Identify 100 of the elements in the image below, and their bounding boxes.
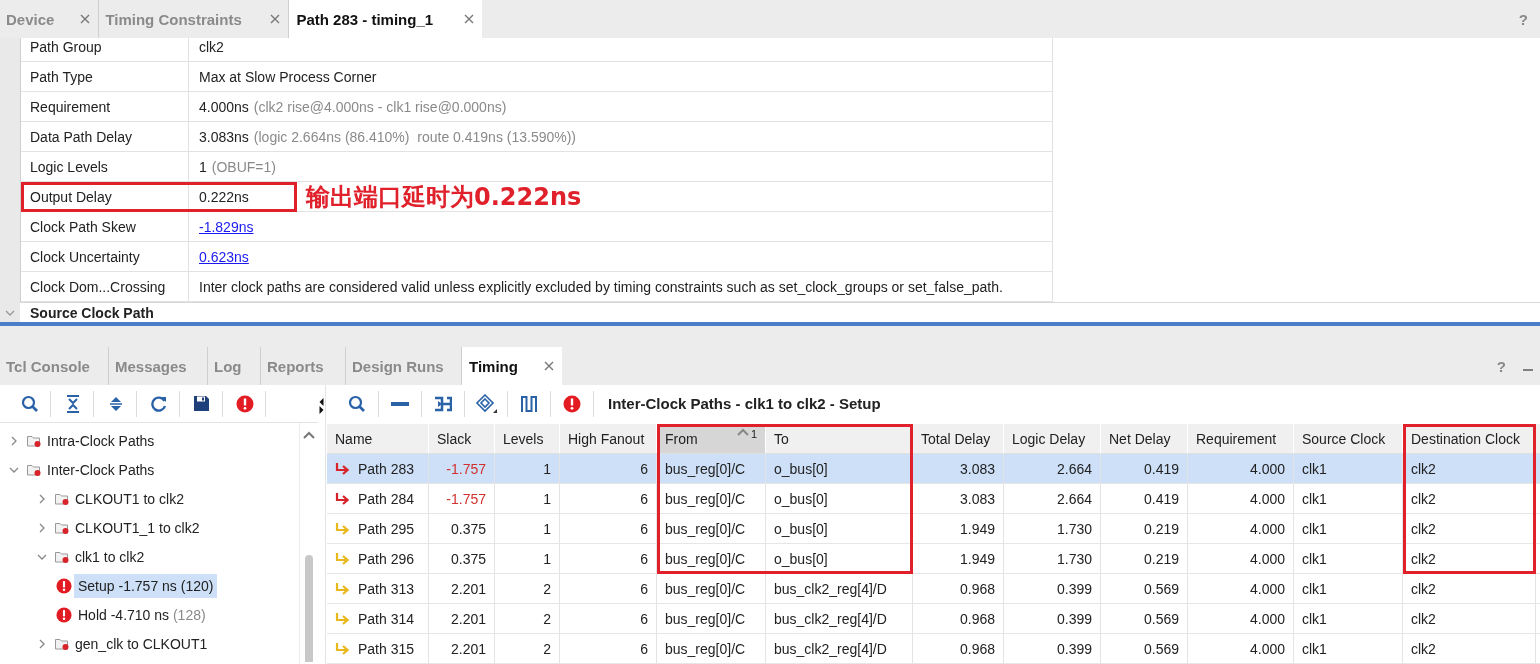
waveform-icon[interactable] — [521, 394, 537, 413]
property-note: (OBUF=1) — [211, 158, 276, 175]
tree-item[interactable]: Intra-Clock Paths — [43, 428, 159, 453]
property-label: Path Type — [30, 68, 93, 85]
property-label: Clock Dom...Crossing — [30, 278, 166, 295]
error-icon[interactable] — [563, 394, 581, 413]
table-cell: 3.083 — [913, 484, 1004, 513]
column-header[interactable]: High Fanout — [560, 424, 657, 453]
table-cell: 0.419 — [1101, 484, 1188, 513]
folder-icon — [55, 492, 69, 505]
expand-all-icon[interactable] — [108, 394, 123, 413]
table-row[interactable]: Path 296 0.375 1 6 bus_reg[0]/C o_bus[0] 1.949 1.730 0.219 4.000 clk1 clk2 — [327, 544, 1540, 574]
schematic-icon[interactable] — [434, 394, 452, 413]
property-value: 1 — [199, 158, 207, 175]
search-icon[interactable] — [348, 394, 366, 413]
column-header[interactable]: Requirement — [1188, 424, 1294, 453]
column-header[interactable]: Logic Delay — [1004, 424, 1101, 453]
table-cell: bus_reg[0]/C — [657, 634, 766, 663]
property-value: clk2 — [199, 38, 224, 55]
tree-item[interactable]: Hold -4.710 ns (128) — [74, 602, 210, 627]
splitter-arrows-icon[interactable] — [319, 397, 324, 415]
chevron-icon[interactable] — [37, 638, 47, 649]
table-cell: 6 — [560, 484, 657, 513]
table-cell: 6 — [560, 604, 657, 633]
table-cell: 0.219 — [1101, 514, 1188, 543]
table-cell: 3.083 — [913, 454, 1004, 483]
table-cell: 6 — [560, 574, 657, 603]
close-icon[interactable] — [80, 14, 91, 24]
table-cell: 0.569 — [1101, 574, 1188, 603]
table-row[interactable]: Path 283 -1.757 1 6 bus_reg[0]/C o_bus[0] 3.083 2.664 0.419 4.000 clk1 clk2 — [327, 454, 1540, 484]
column-header[interactable]: Levels — [495, 424, 560, 453]
tree-item[interactable]: Inter-Clock Paths — [43, 457, 159, 482]
property-label: Clock Path Skew — [30, 218, 136, 235]
table-cell: clk2 — [1403, 634, 1536, 663]
table-cell: o_bus[0] — [766, 544, 913, 573]
table-row[interactable]: Path 284 -1.757 1 6 bus_reg[0]/C o_bus[0] 3.083 2.664 0.419 4.000 clk1 clk2 — [327, 484, 1540, 514]
tree-item[interactable]: CLKOUT1 to clk2 — [71, 486, 188, 511]
column-header[interactable]: Name — [327, 424, 429, 453]
path-name: Path 295 — [358, 520, 415, 537]
search-icon[interactable] — [20, 394, 39, 413]
chevron-icon[interactable] — [5, 309, 15, 317]
column-header[interactable]: Net Delay — [1101, 424, 1188, 453]
table-cell: 1 — [495, 544, 560, 573]
chevron-icon[interactable] — [9, 435, 19, 446]
table-cell: 2.201 — [429, 604, 495, 633]
table-cell: 4.000 — [1188, 634, 1294, 663]
column-header[interactable]: Source Clock — [1294, 424, 1403, 453]
property-value: 0.222ns — [199, 188, 249, 205]
diamond-icon[interactable] — [475, 393, 497, 414]
table-cell: clk2 — [1403, 454, 1536, 483]
folder-icon — [27, 434, 41, 447]
table-cell: -1.757 — [429, 454, 495, 483]
table-row[interactable]: Path 315 2.201 2 6 bus_reg[0]/C bus_clk2_reg[4]/D 0.968 0.399 0.569 4.000 clk1 clk2 — [327, 634, 1540, 664]
path-name: Path 296 — [358, 550, 415, 567]
close-icon[interactable] — [464, 14, 475, 24]
table-cell: 6 — [560, 634, 657, 663]
tree-item[interactable]: CLKOUT1_1 to clk2 — [71, 515, 204, 540]
tree-item[interactable]: Setup -1.757 ns (120) — [74, 573, 218, 598]
tab[interactable]: Path 283 - timing_1 — [289, 0, 483, 38]
collapse-all-icon[interactable] — [65, 394, 80, 413]
table-cell: 4.000 — [1188, 604, 1294, 633]
error-icon[interactable] — [235, 394, 254, 413]
table-cell: clk2 — [1403, 514, 1536, 543]
table-cell: bus_reg[0]/C — [657, 574, 766, 603]
folder-icon — [55, 637, 69, 650]
table-cell: bus_clk2_reg[4]/D — [766, 634, 913, 663]
table-row[interactable]: Path 313 2.201 2 6 bus_reg[0]/C bus_clk2_reg[4]/D 0.968 0.399 0.569 4.000 clk1 clk2 — [327, 574, 1540, 604]
column-header[interactable]: Destination Clock — [1403, 424, 1536, 453]
tab[interactable]: Timing — [462, 347, 562, 385]
table-cell: clk2 — [1403, 574, 1536, 603]
path-name: Path 315 — [358, 640, 415, 657]
property-link[interactable]: 0.623ns — [199, 248, 249, 265]
column-header[interactable]: To — [766, 424, 913, 453]
property-label: Data Path Delay — [30, 128, 132, 145]
table-cell: 4.000 — [1188, 544, 1294, 573]
sort-ascending-icon[interactable] — [736, 428, 749, 436]
refresh-icon[interactable] — [149, 394, 168, 413]
table-row[interactable]: Path 295 0.375 1 6 bus_reg[0]/C o_bus[0] 1.949 1.730 0.219 4.000 clk1 clk2 — [327, 514, 1540, 544]
table-cell: 2 — [495, 634, 560, 663]
table-cell: 2 — [495, 604, 560, 633]
property-note: (clk2 rise@4.000ns - clk1 rise@0.000ns) — [253, 98, 507, 115]
tree-item[interactable]: clk1 to clk2 — [71, 544, 149, 569]
column-header[interactable]: Slack — [429, 424, 495, 453]
annotation-text: 输出端口延时为0.222ns — [306, 182, 582, 212]
save-icon[interactable] — [193, 395, 210, 412]
chevron-icon[interactable] — [37, 522, 47, 533]
folder-icon — [27, 463, 41, 476]
table-cell: 6 — [560, 544, 657, 573]
property-label: Path Group — [30, 38, 102, 55]
table-cell: 0.968 — [913, 604, 1004, 633]
table-cell: 1 — [495, 484, 560, 513]
property-link[interactable]: -1.829ns — [199, 218, 254, 235]
table-cell: clk1 — [1294, 544, 1403, 573]
column-header[interactable]: Total Delay — [913, 424, 1004, 453]
tree-item[interactable]: gen_clk to CLKOUT1 — [71, 631, 212, 656]
section-header[interactable]: Source Clock Path — [20, 304, 154, 321]
table-row[interactable]: Path 314 2.201 2 6 bus_reg[0]/C bus_clk2_reg[4]/D 0.968 0.399 0.569 4.000 clk1 clk2 — [327, 604, 1540, 634]
close-icon[interactable] — [543, 361, 554, 371]
close-icon[interactable] — [270, 14, 281, 24]
chevron-icon[interactable] — [37, 493, 47, 504]
